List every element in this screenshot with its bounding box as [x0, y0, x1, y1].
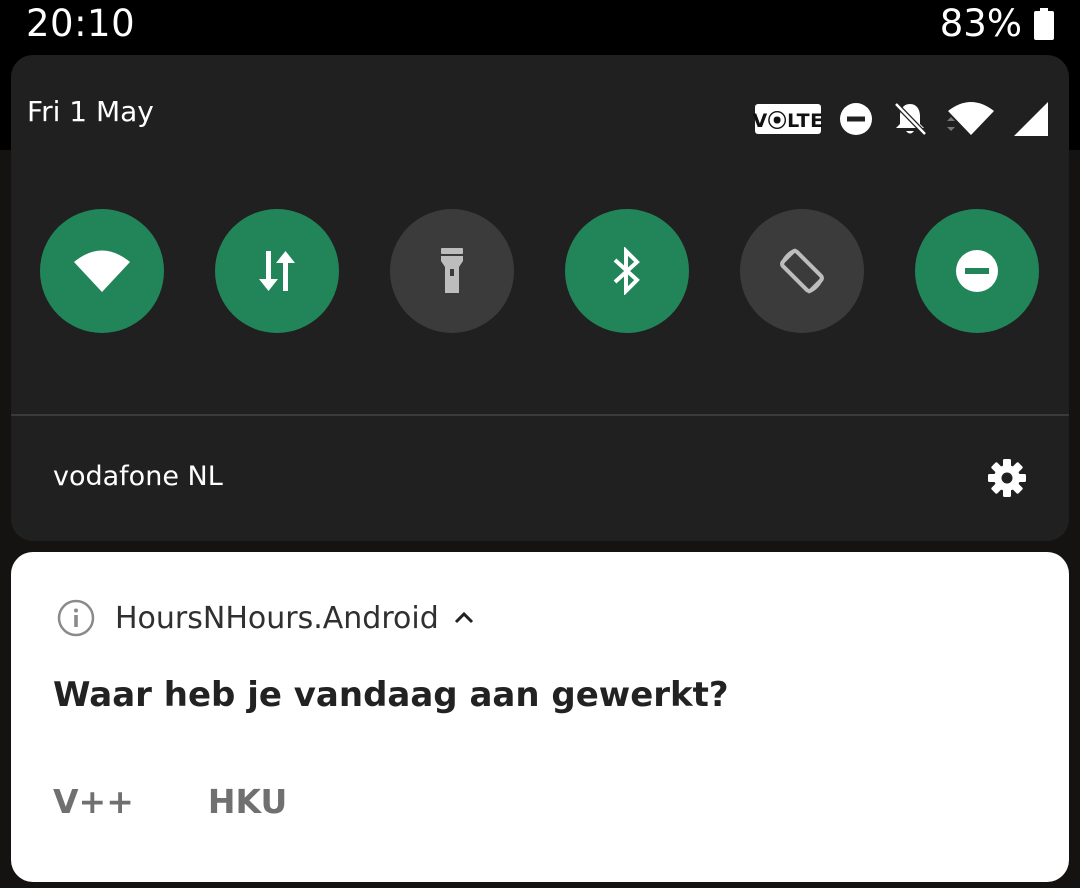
wifi-icon [947, 102, 994, 135]
tile-do-not-disturb[interactable] [915, 209, 1039, 333]
tile-mobile-data[interactable] [215, 209, 339, 333]
bell-off-icon [894, 102, 927, 136]
volte-icon: V⦿LTE [752, 104, 824, 134]
qs-date[interactable]: Fri 1 May [27, 95, 154, 128]
gear-icon[interactable] [987, 458, 1027, 498]
notification-card[interactable]: HoursNHours.Android Waar heb je vandaag … [11, 552, 1069, 882]
qs-divider [11, 414, 1069, 416]
notification-title: Waar heb je vandaag aan gewerkt? [53, 675, 729, 715]
tile-wifi[interactable] [40, 209, 164, 333]
rotate-icon [780, 248, 824, 294]
status-time: 20:10 [26, 2, 136, 45]
qs-status-icons: V⦿LTE [752, 99, 1049, 139]
data-arrows-icon [259, 251, 295, 291]
volte-label: V⦿LTE [752, 109, 824, 132]
cellular-signal-icon [1014, 102, 1048, 136]
chevron-up-icon[interactable] [453, 607, 475, 629]
action-button-hku[interactable]: HKU [208, 782, 287, 821]
battery-percent: 83% [939, 2, 1022, 45]
do-not-disturb-icon [956, 250, 998, 292]
action-button-vpp[interactable]: V++ [53, 782, 134, 821]
info-icon [57, 599, 95, 637]
screen: 20:10 83% Fri 1 May V⦿LTE vodafone NL Ho… [0, 0, 1080, 888]
carrier-label: vodafone NL [53, 461, 223, 492]
bluetooth-icon [613, 247, 640, 295]
tile-bluetooth[interactable] [565, 209, 689, 333]
notification-header[interactable]: HoursNHours.Android [57, 599, 475, 637]
tile-flashlight[interactable] [390, 209, 514, 333]
qs-tiles [40, 209, 1040, 333]
wifi-icon [74, 250, 130, 292]
quick-settings-panel: Fri 1 May V⦿LTE vodafone NL [11, 55, 1069, 541]
tile-auto-rotate[interactable] [740, 209, 864, 333]
notification-actions: V++ HKU [53, 782, 287, 821]
status-bar: 20:10 83% [0, 0, 1080, 52]
flashlight-icon [441, 248, 463, 293]
notification-app-name: HoursNHours.Android [115, 600, 439, 636]
battery-icon [1034, 8, 1054, 40]
do-not-disturb-icon [840, 103, 872, 135]
